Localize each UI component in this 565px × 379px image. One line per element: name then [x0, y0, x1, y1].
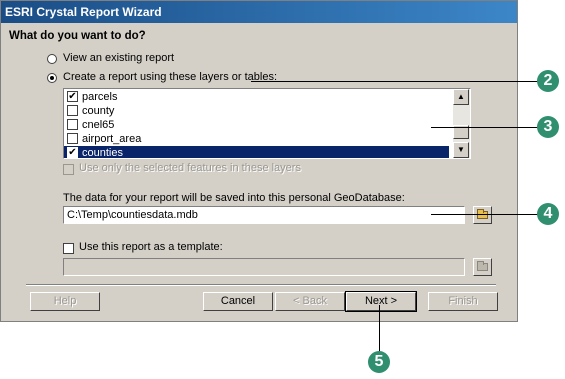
layer-list-item[interactable]: ✔ counties [64, 146, 449, 159]
selected-features-label: Use only the selected features in these … [79, 162, 301, 174]
layer-name: airport_area [82, 133, 142, 145]
create-report-label[interactable]: Create a report using these layers or ta… [63, 71, 277, 83]
layer-checkbox[interactable]: ✔ [67, 147, 78, 158]
layer-name: parcels [82, 91, 118, 103]
back-button[interactable]: < Back [275, 292, 345, 311]
window-title: ESRI Crystal Report Wizard [1, 1, 517, 23]
create-report-radio[interactable] [47, 73, 57, 83]
view-existing-label[interactable]: View an existing report [63, 52, 174, 64]
callout-4: 4 [537, 203, 559, 225]
callout-3: 3 [537, 116, 559, 138]
cancel-button[interactable]: Cancel [203, 292, 273, 311]
help-button[interactable]: Help [30, 292, 100, 311]
callout-5-leader [379, 305, 380, 353]
layer-name: counties [82, 147, 123, 159]
layer-name: cnel65 [82, 119, 115, 131]
layer-list-item[interactable]: airport_area [64, 132, 449, 146]
divider [26, 284, 496, 286]
layers-listbox[interactable]: ✔ parcels county cnel65 airport_area ✔ countie… [63, 88, 471, 159]
layer-list-item[interactable]: cnel65 [64, 118, 449, 132]
layer-list-item[interactable]: ✔ parcels [64, 90, 449, 104]
layer-list-item[interactable]: county [64, 104, 449, 118]
layer-name: county [82, 105, 115, 117]
save-location-label: The data for your report will be saved i… [63, 192, 405, 204]
folder-icon [477, 209, 488, 219]
callout-2: 2 [537, 70, 559, 92]
report-wizard-dialog: ESRI Crystal Report Wizard What do you w… [0, 0, 518, 322]
layer-checkbox[interactable] [67, 119, 78, 130]
question-heading: What do you want to do? [9, 30, 146, 42]
browse-template-button[interactable] [473, 258, 492, 276]
layer-checkbox[interactable] [67, 133, 78, 144]
scroll-up-icon[interactable]: ▲ [453, 89, 469, 105]
use-template-label[interactable]: Use this report as a template: [79, 241, 223, 253]
template-path-input[interactable] [63, 258, 465, 276]
listbox-scrollbar[interactable]: ▲ ▼ [453, 89, 470, 158]
use-template-checkbox[interactable] [63, 243, 74, 254]
callout-5: 5 [368, 351, 390, 373]
layer-checkbox[interactable] [67, 105, 78, 116]
next-button[interactable]: Next > [345, 291, 417, 312]
layer-checkbox[interactable]: ✔ [67, 91, 78, 102]
scroll-down-icon[interactable]: ▼ [453, 142, 469, 158]
view-existing-radio[interactable] [47, 54, 57, 64]
folder-icon [477, 261, 488, 271]
geodatabase-path-input[interactable]: C:\Temp\countiesdata.mdb [63, 206, 465, 224]
callout-2-leader [251, 81, 541, 82]
finish-button[interactable]: Finish [428, 292, 498, 311]
callout-4-leader [431, 214, 541, 215]
callout-3-leader [431, 127, 541, 128]
browse-geodatabase-button[interactable] [473, 206, 492, 224]
selected-features-checkbox[interactable] [63, 164, 74, 175]
